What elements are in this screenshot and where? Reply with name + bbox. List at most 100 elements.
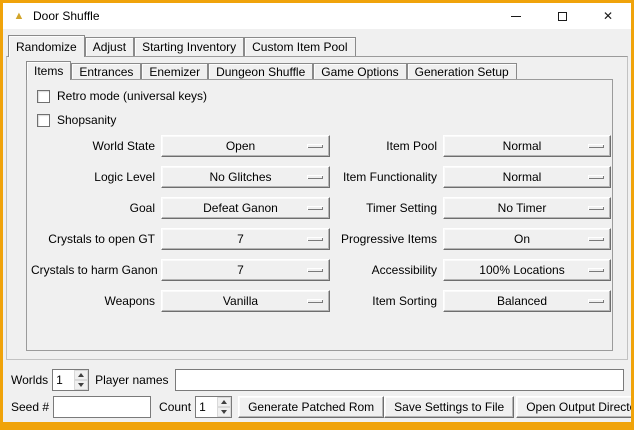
dropdown-indicator-icon [307,299,323,303]
count-spin-down[interactable] [217,407,231,417]
dropdown-value: Normal [503,139,552,153]
dropdown-value: No Glitches [209,170,281,184]
tab-enemizer[interactable]: Enemizer [141,63,208,79]
crystals-ganon-label: Crystals to harm Ganon [31,263,155,277]
logic-level-label: Logic Level [31,170,155,184]
crystals-gt-label: Crystals to open GT [31,232,155,246]
dropdown-indicator-icon [588,175,604,179]
item-sorting-dropdown[interactable]: Balanced [443,290,611,312]
count-input[interactable] [196,397,217,417]
accessibility-dropdown[interactable]: 100% Locations [443,259,611,281]
sub-tabbar: Items Entrances Enemizer Dungeon Shuffle… [26,60,517,79]
dropdown-value: No Timer [498,201,557,215]
dropdown-indicator-icon [588,268,604,272]
dropdown-indicator-icon [588,237,604,241]
dropdown-indicator-icon [588,206,604,210]
worlds-spin-up[interactable] [74,370,88,380]
dropdown-value: Open [226,139,265,153]
tab-starting-inventory[interactable]: Starting Inventory [134,37,244,56]
shopsanity-checkbox[interactable] [37,114,50,127]
dropdown-value: On [514,232,540,246]
main-tabbar: Randomize Adjust Starting Inventory Cust… [8,34,356,56]
timer-setting-label: Timer Setting [336,201,437,215]
tab-items[interactable]: Items [26,61,71,80]
spin-down-icon [78,383,84,387]
minimize-button[interactable] [493,3,539,29]
dropdown-value: Defeat Ganon [203,201,288,215]
item-functionality-label: Item Functionality [336,170,437,184]
dropdown-value: 7 [237,232,254,246]
logic-level-dropdown[interactable]: No Glitches [161,166,330,188]
tab-game-options[interactable]: Game Options [313,63,406,79]
item-sorting-label: Item Sorting [336,294,437,308]
dropdown-value: Normal [503,170,552,184]
seed-input[interactable] [53,396,151,418]
randomize-pane: Items Entrances Enemizer Dungeon Shuffle… [6,56,628,360]
settings-grid: World State Open Item Pool Normal Logic … [31,135,611,312]
progressive-items-dropdown[interactable]: On [443,228,611,250]
open-output-directory-button[interactable]: Open Output Directory [516,396,634,418]
count-label: Count [159,400,191,414]
tab-entrances[interactable]: Entrances [71,63,141,79]
shopsanity-label: Shopsanity [57,113,116,127]
timer-setting-dropdown[interactable]: No Timer [443,197,611,219]
maximize-icon [558,12,567,21]
goal-label: Goal [31,201,155,215]
worlds-row: Worlds Player names [11,369,624,391]
titlebar[interactable]: ▲ Door Shuffle ✕ [3,3,631,29]
generate-patched-rom-button[interactable]: Generate Patched Rom [238,396,384,418]
dropdown-indicator-icon [588,299,604,303]
retro-mode-label: Retro mode (universal keys) [57,89,207,103]
seed-label: Seed # [11,400,49,414]
worlds-spin-down[interactable] [74,380,88,390]
tab-adjust[interactable]: Adjust [85,37,134,56]
item-pool-label: Item Pool [336,139,437,153]
worlds-label: Worlds [11,373,48,387]
player-names-label: Player names [95,373,168,387]
dropdown-value: 7 [237,263,254,277]
crystals-gt-dropdown[interactable]: 7 [161,228,330,250]
dropdown-indicator-icon [307,175,323,179]
caption-buttons: ✕ [493,3,631,29]
tab-generation-setup[interactable]: Generation Setup [407,63,517,79]
close-button[interactable]: ✕ [585,3,631,29]
client-area: Randomize Adjust Starting Inventory Cust… [3,29,631,422]
dropdown-value: Vanilla [223,294,268,308]
tab-randomize[interactable]: Randomize [8,35,85,57]
worlds-spinbox [52,369,89,391]
dropdown-value: 100% Locations [479,263,574,277]
world-state-dropdown[interactable]: Open [161,135,330,157]
dropdown-indicator-icon [307,206,323,210]
player-names-input[interactable] [175,369,625,391]
progressive-items-label: Progressive Items [336,232,437,246]
tab-dungeon-shuffle[interactable]: Dungeon Shuffle [208,63,313,79]
minimize-icon [511,16,521,17]
count-spin-up[interactable] [217,397,231,407]
tab-custom-item-pool[interactable]: Custom Item Pool [244,37,355,56]
dropdown-indicator-icon [307,268,323,272]
save-settings-button[interactable]: Save Settings to File [384,396,514,418]
count-spinbox [195,396,232,418]
dropdown-value: Balanced [497,294,557,308]
dropdown-indicator-icon [307,237,323,241]
spin-up-icon [221,400,227,404]
item-functionality-dropdown[interactable]: Normal [443,166,611,188]
spin-up-icon [78,373,84,377]
retro-mode-checkbox[interactable] [37,90,50,103]
world-state-label: World State [31,139,155,153]
item-pool-dropdown[interactable]: Normal [443,135,611,157]
weapons-label: Weapons [31,294,155,308]
accessibility-label: Accessibility [336,263,437,277]
shopsanity-row: Shopsanity [37,113,612,127]
maximize-button[interactable] [539,3,585,29]
retro-mode-row: Retro mode (universal keys) [37,89,612,103]
weapons-dropdown[interactable]: Vanilla [161,290,330,312]
seed-row: Seed # Count Generate Patched Rom Save S… [11,396,624,418]
close-icon: ✕ [603,10,613,22]
worlds-input[interactable] [53,370,74,390]
count-spin-buttons [217,397,231,417]
crystals-ganon-dropdown[interactable]: 7 [161,259,330,281]
worlds-spin-buttons [74,370,88,390]
dropdown-indicator-icon [307,144,323,148]
goal-dropdown[interactable]: Defeat Ganon [161,197,330,219]
